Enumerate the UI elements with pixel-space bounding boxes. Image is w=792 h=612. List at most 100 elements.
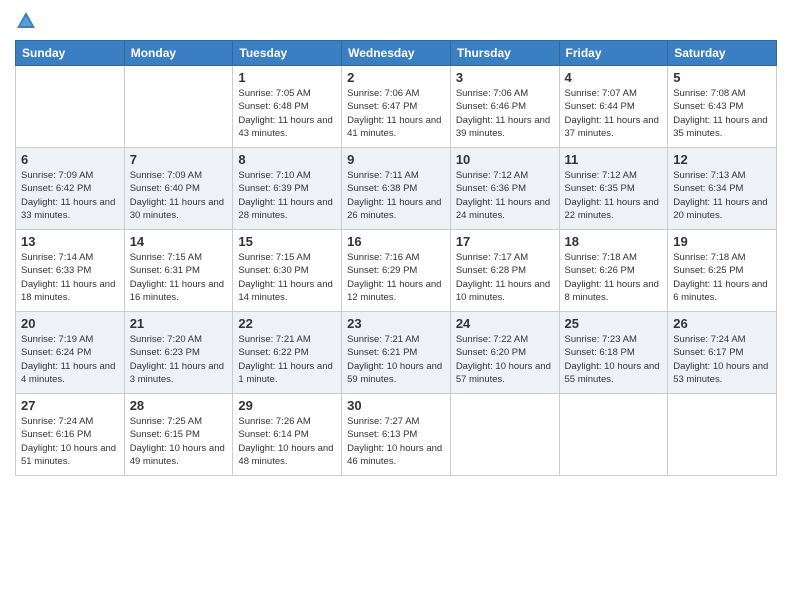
day-number: 14: [130, 234, 228, 249]
calendar-cell: 20Sunrise: 7:19 AM Sunset: 6:24 PM Dayli…: [16, 312, 125, 394]
week-row-5: 27Sunrise: 7:24 AM Sunset: 6:16 PM Dayli…: [16, 394, 777, 476]
day-number: 19: [673, 234, 771, 249]
day-number: 5: [673, 70, 771, 85]
calendar-cell: 17Sunrise: 7:17 AM Sunset: 6:28 PM Dayli…: [450, 230, 559, 312]
calendar-cell: 13 Sunrise: 7:14 AM Sunset: 6:33 PM Dayli…: [16, 230, 125, 312]
day-number: 29: [238, 398, 336, 413]
calendar-page: SundayMondayTuesdayWednesdayThursdayFrid…: [0, 0, 792, 612]
day-info: Sunrise: 7:07 AM Sunset: 6:44 PM Dayligh…: [565, 87, 663, 140]
calendar-cell: [668, 394, 777, 476]
day-number: 15: [238, 234, 336, 249]
calendar-cell: [559, 394, 668, 476]
day-info: Sunrise: 7:24 AM Sunset: 6:17 PM Dayligh…: [673, 333, 771, 386]
day-number: 22: [238, 316, 336, 331]
weekday-header-monday: Monday: [124, 41, 233, 66]
day-number: 28: [130, 398, 228, 413]
calendar-cell: 23Sunrise: 7:21 AM Sunset: 6:21 PM Dayli…: [342, 312, 451, 394]
day-info: Sunrise: 7:25 AM Sunset: 6:15 PM Dayligh…: [130, 415, 228, 468]
week-row-3: 13 Sunrise: 7:14 AM Sunset: 6:33 PM Dayli…: [16, 230, 777, 312]
day-info: Sunrise: 7:08 AM Sunset: 6:43 PM Dayligh…: [673, 87, 771, 140]
day-number: 27: [21, 398, 119, 413]
calendar-cell: 16 Sunrise: 7:16 AM Sunset: 6:29 PM Dayli…: [342, 230, 451, 312]
day-number: 9: [347, 152, 445, 167]
page-header: [15, 10, 777, 32]
day-number: 30: [347, 398, 445, 413]
calendar-cell: 28 Sunrise: 7:25 AM Sunset: 6:15 PM Dayli…: [124, 394, 233, 476]
calendar-cell: 15 Sunrise: 7:15 AM Sunset: 6:30 PM Dayli…: [233, 230, 342, 312]
week-row-2: 6 Sunrise: 7:09 AM Sunset: 6:42 PM Daylig…: [16, 148, 777, 230]
day-info: Sunrise: 7:09 AM Sunset: 6:42 PM Dayligh…: [21, 169, 119, 222]
day-number: 23: [347, 316, 445, 331]
day-info: Sunrise: 7:15 AM Sunset: 6:30 PM Dayligh…: [238, 251, 336, 304]
calendar-cell: 18Sunrise: 7:18 AM Sunset: 6:26 PM Dayli…: [559, 230, 668, 312]
day-info: Sunrise: 7:11 AM Sunset: 6:38 PM Dayligh…: [347, 169, 445, 222]
calendar-cell: 6 Sunrise: 7:09 AM Sunset: 6:42 PM Daylig…: [16, 148, 125, 230]
calendar-cell: 22 Sunrise: 7:21 AM Sunset: 6:22 PM Dayli…: [233, 312, 342, 394]
day-number: 1: [238, 70, 336, 85]
day-number: 12: [673, 152, 771, 167]
calendar-cell: 24 Sunrise: 7:22 AM Sunset: 6:20 PM Dayli…: [450, 312, 559, 394]
weekday-header-saturday: Saturday: [668, 41, 777, 66]
calendar-cell: 11Sunrise: 7:12 AM Sunset: 6:35 PM Dayli…: [559, 148, 668, 230]
calendar-cell: 2 Sunrise: 7:06 AM Sunset: 6:47 PM Daylig…: [342, 66, 451, 148]
day-number: 4: [565, 70, 663, 85]
weekday-header-row: SundayMondayTuesdayWednesdayThursdayFrid…: [16, 41, 777, 66]
calendar-table: SundayMondayTuesdayWednesdayThursdayFrid…: [15, 40, 777, 476]
day-number: 2: [347, 70, 445, 85]
day-number: 21: [130, 316, 228, 331]
day-number: 24: [456, 316, 554, 331]
weekday-header-wednesday: Wednesday: [342, 41, 451, 66]
day-info: Sunrise: 7:21 AM Sunset: 6:22 PM Dayligh…: [238, 333, 336, 386]
weekday-header-thursday: Thursday: [450, 41, 559, 66]
day-info: Sunrise: 7:22 AM Sunset: 6:20 PM Dayligh…: [456, 333, 554, 386]
day-info: Sunrise: 7:15 AM Sunset: 6:31 PM Dayligh…: [130, 251, 228, 304]
day-info: Sunrise: 7:06 AM Sunset: 6:46 PM Dayligh…: [456, 87, 554, 140]
day-number: 3: [456, 70, 554, 85]
day-number: 13: [21, 234, 119, 249]
day-info: Sunrise: 7:10 AM Sunset: 6:39 PM Dayligh…: [238, 169, 336, 222]
day-number: 11: [565, 152, 663, 167]
day-info: Sunrise: 7:20 AM Sunset: 6:23 PM Dayligh…: [130, 333, 228, 386]
day-info: Sunrise: 7:23 AM Sunset: 6:18 PM Dayligh…: [565, 333, 663, 386]
day-number: 6: [21, 152, 119, 167]
calendar-cell: [124, 66, 233, 148]
day-number: 7: [130, 152, 228, 167]
day-info: Sunrise: 7:13 AM Sunset: 6:34 PM Dayligh…: [673, 169, 771, 222]
day-number: 16: [347, 234, 445, 249]
day-info: Sunrise: 7:27 AM Sunset: 6:13 PM Dayligh…: [347, 415, 445, 468]
day-info: Sunrise: 7:16 AM Sunset: 6:29 PM Dayligh…: [347, 251, 445, 304]
day-info: Sunrise: 7:12 AM Sunset: 6:36 PM Dayligh…: [456, 169, 554, 222]
day-number: 20: [21, 316, 119, 331]
calendar-cell: 3 Sunrise: 7:06 AM Sunset: 6:46 PM Daylig…: [450, 66, 559, 148]
calendar-cell: 19Sunrise: 7:18 AM Sunset: 6:25 PM Dayli…: [668, 230, 777, 312]
week-row-1: 1 Sunrise: 7:05 AM Sunset: 6:48 PM Daylig…: [16, 66, 777, 148]
calendar-cell: 1 Sunrise: 7:05 AM Sunset: 6:48 PM Daylig…: [233, 66, 342, 148]
day-number: 18: [565, 234, 663, 249]
calendar-cell: 27Sunrise: 7:24 AM Sunset: 6:16 PM Dayli…: [16, 394, 125, 476]
calendar-cell: 12 Sunrise: 7:13 AM Sunset: 6:34 PM Dayli…: [668, 148, 777, 230]
calendar-cell: 5 Sunrise: 7:08 AM Sunset: 6:43 PM Daylig…: [668, 66, 777, 148]
day-info: Sunrise: 7:26 AM Sunset: 6:14 PM Dayligh…: [238, 415, 336, 468]
calendar-cell: 29 Sunrise: 7:26 AM Sunset: 6:14 PM Dayli…: [233, 394, 342, 476]
day-info: Sunrise: 7:09 AM Sunset: 6:40 PM Dayligh…: [130, 169, 228, 222]
calendar-cell: 4 Sunrise: 7:07 AM Sunset: 6:44 PM Daylig…: [559, 66, 668, 148]
calendar-cell: 7 Sunrise: 7:09 AM Sunset: 6:40 PM Daylig…: [124, 148, 233, 230]
day-number: 26: [673, 316, 771, 331]
day-info: Sunrise: 7:05 AM Sunset: 6:48 PM Dayligh…: [238, 87, 336, 140]
weekday-header-friday: Friday: [559, 41, 668, 66]
calendar-cell: [16, 66, 125, 148]
logo-icon: [15, 10, 37, 32]
day-number: 8: [238, 152, 336, 167]
calendar-cell: 9 Sunrise: 7:11 AM Sunset: 6:38 PM Daylig…: [342, 148, 451, 230]
week-row-4: 20Sunrise: 7:19 AM Sunset: 6:24 PM Dayli…: [16, 312, 777, 394]
calendar-cell: 30 Sunrise: 7:27 AM Sunset: 6:13 PM Dayli…: [342, 394, 451, 476]
calendar-cell: 21 Sunrise: 7:20 AM Sunset: 6:23 PM Dayli…: [124, 312, 233, 394]
day-info: Sunrise: 7:14 AM Sunset: 6:33 PM Dayligh…: [21, 251, 119, 304]
weekday-header-sunday: Sunday: [16, 41, 125, 66]
calendar-cell: 26 Sunrise: 7:24 AM Sunset: 6:17 PM Dayli…: [668, 312, 777, 394]
weekday-header-tuesday: Tuesday: [233, 41, 342, 66]
day-number: 25: [565, 316, 663, 331]
calendar-cell: 8 Sunrise: 7:10 AM Sunset: 6:39 PM Daylig…: [233, 148, 342, 230]
day-info: Sunrise: 7:06 AM Sunset: 6:47 PM Dayligh…: [347, 87, 445, 140]
calendar-cell: 14 Sunrise: 7:15 AM Sunset: 6:31 PM Dayli…: [124, 230, 233, 312]
